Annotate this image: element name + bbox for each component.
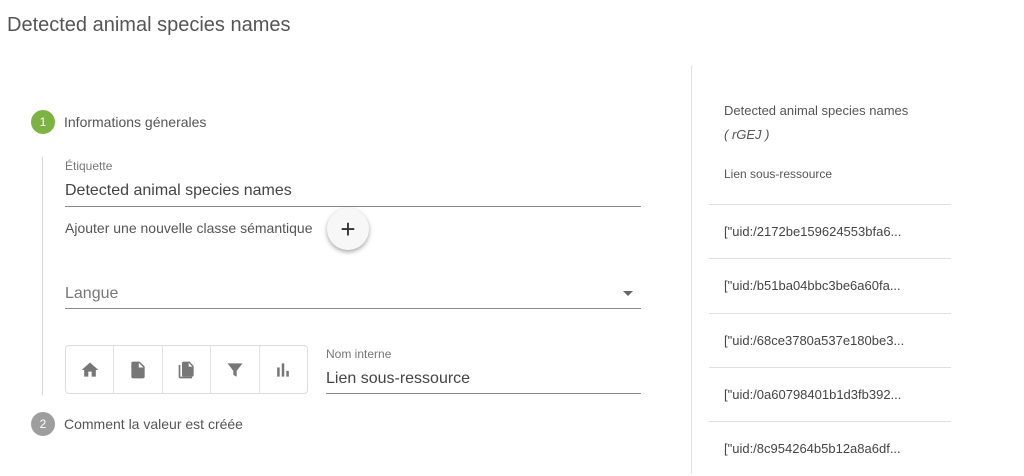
- add-semantic-class-button[interactable]: +: [327, 208, 369, 250]
- add-semantic-class-label: Ajouter une nouvelle classe sémantique: [65, 220, 313, 236]
- internal-name-underline: [326, 393, 641, 394]
- page-title: Detected animal species names: [7, 14, 291, 36]
- preview-title: Detected animal species names: [724, 103, 909, 118]
- preview-row[interactable]: ["uid:/b51ba04bbc3be6a60fa...: [709, 258, 951, 313]
- preview-row-value: ["uid:/0a60798401b1d3fb392...: [724, 387, 902, 402]
- preview-row-value: ["uid:/b51ba04bbc3be6a60fa...: [724, 278, 901, 293]
- language-select[interactable]: Langue: [65, 285, 118, 303]
- internal-name-caption: Nom interne: [326, 347, 392, 361]
- step-1-label[interactable]: Informations génerales: [64, 114, 206, 130]
- file-icon[interactable]: [114, 346, 163, 393]
- preview-row-value: ["uid:/2172be159624553bfa6...: [724, 224, 902, 239]
- step-2-label[interactable]: Comment la valeur est créée: [64, 416, 243, 432]
- chevron-down-icon[interactable]: [623, 291, 633, 296]
- preview-row[interactable]: ["uid:/0a60798401b1d3fb392...: [709, 367, 951, 422]
- label-field-underline: [65, 206, 641, 207]
- preview-row[interactable]: ["uid:/8c954264b5b12a8a6df...: [709, 421, 951, 476]
- step-2-indicator: 2: [31, 412, 55, 436]
- filter-icon[interactable]: [211, 346, 260, 393]
- panel-divider: [691, 66, 692, 474]
- preview-row[interactable]: ["uid:/2172be159624553bfa6...: [709, 204, 951, 259]
- preview-row-value: ["uid:/8c954264b5b12a8a6df...: [724, 441, 901, 456]
- preview-row[interactable]: ["uid:/68ce3780a537e180be3...: [709, 313, 951, 368]
- internal-name-input[interactable]: Lien sous-ressource: [326, 370, 470, 388]
- step-1-indicator: 1: [31, 110, 55, 134]
- home-icon[interactable]: [66, 346, 115, 393]
- preview-subtitle: ( rGEJ ): [724, 127, 770, 142]
- step-connector-line: [42, 157, 43, 395]
- files-icon[interactable]: [163, 346, 212, 393]
- label-field-input[interactable]: Detected animal species names: [65, 182, 292, 200]
- label-field-caption: Étiquette: [65, 159, 113, 173]
- bar-chart-icon[interactable]: [260, 346, 307, 393]
- preview-row-value: ["uid:/68ce3780a537e180be3...: [724, 333, 905, 348]
- value-type-toolbar: [65, 345, 308, 394]
- language-select-underline: [65, 308, 641, 309]
- preview-caption: Lien sous-ressource: [724, 167, 833, 181]
